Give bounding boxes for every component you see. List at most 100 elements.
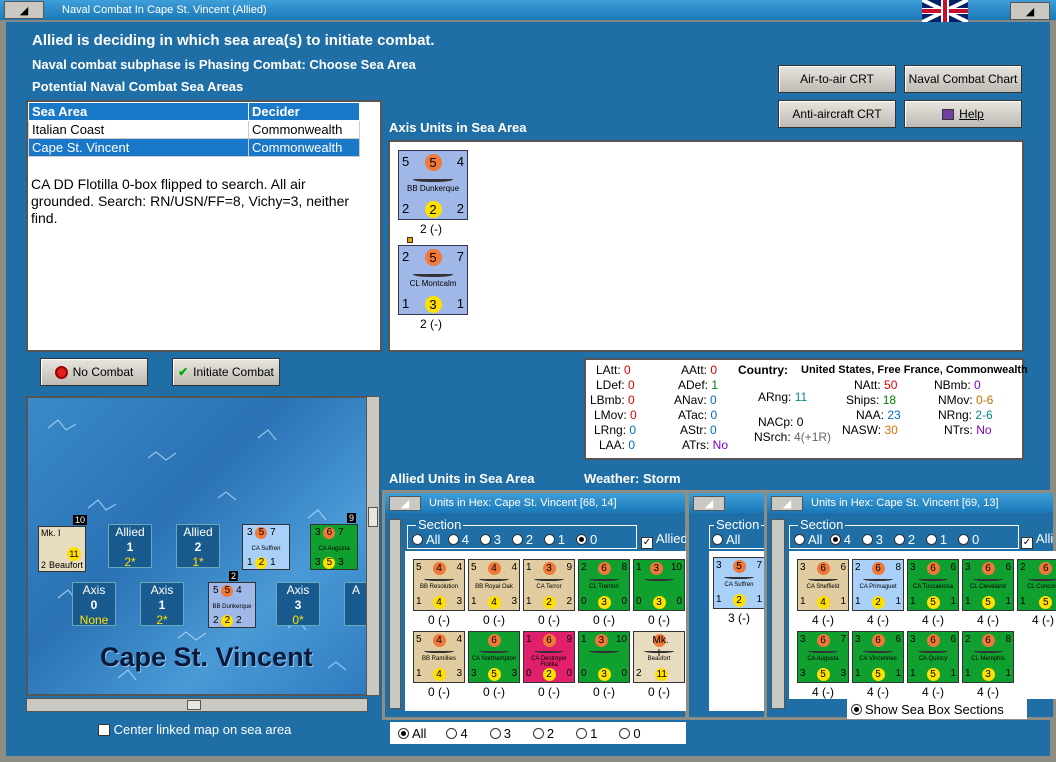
weather-label: Weather: Storm [584, 471, 681, 486]
axis-units-label: Axis Units in Sea Area [389, 120, 527, 135]
window-menu-icon[interactable]: ◢ [4, 1, 44, 19]
unit-status: 4 (-) [867, 685, 889, 699]
unit-counter[interactable]: 2 6 8 CL Trenton 0 3 0 [578, 559, 630, 611]
unit-status: 0 (-) [593, 613, 615, 627]
unit-status: 4 (-) [922, 685, 944, 699]
bottom-section-radios: All 4 3 2 1 0 [390, 722, 686, 744]
unit-status: 0 (-) [483, 685, 505, 699]
axis-box-1[interactable]: Axis 1 2* [140, 582, 184, 627]
checkmark-icon: ✔ [178, 365, 189, 379]
unit-counter[interactable]: 3 6 6 CA Vincennes 1 5 1 [852, 631, 904, 683]
unit-counter[interactable]: 5 4 4 BB Ramillies 1 4 3 [413, 631, 465, 683]
map-unit-counter[interactable]: 3 5 7 CA Suffren 1 2 1 [242, 524, 290, 570]
axis-box-0[interactable]: Axis 0 None [72, 582, 116, 627]
window-menu-icon[interactable]: ◢ [693, 495, 725, 511]
allied-box-1[interactable]: Allied 1 2* [108, 524, 152, 569]
search-note: CA DD Flotilla 0-box flipped to search. … [31, 176, 350, 226]
air-to-air-crt-button[interactable]: Air-to-air CRT [778, 65, 896, 93]
table-row[interactable]: Italian Coast Commonwealth [28, 120, 360, 139]
unit-counter[interactable]: 3 6 6 CA Quincy 1 5 1 [907, 631, 959, 683]
map-vertical-scrollbar[interactable] [366, 396, 380, 696]
map-horizontal-scrollbar[interactable] [26, 698, 368, 712]
units-in-hex-window-2: ◢ Units in Hex: Cape St. Vincent [69, 13]… [764, 490, 1056, 720]
map-sea-area-title: Cape St. Vincent [100, 642, 313, 672]
naval-combat-chart-button[interactable]: Naval Combat Chart [904, 65, 1022, 93]
allied-box-2[interactable]: Allied 2 1* [176, 524, 220, 569]
allied-filter-checkbox[interactable]: ✓ Alli [1021, 531, 1053, 549]
unit-status: 4 (-) [812, 613, 834, 627]
unit-counter[interactable]: 1 3 10 0 3 0 [578, 631, 630, 683]
unit-status: 0 (-) [648, 613, 670, 627]
unit-counter[interactable]: 5 4 4 BB Resolution 1 4 3 [413, 559, 465, 611]
map-unit-counter[interactable]: 25 5 4 BB Dunkerque 2 2 2 [208, 571, 256, 628]
center-linked-map-checkbox[interactable]: Center linked map on sea area [98, 722, 291, 737]
sea-area-table: Sea Area Decider Italian Coast Commonwealt… [28, 102, 360, 157]
hex-window-title-bar: ◢ Units in Hex: Cape St. Vincent [68, 14] [385, 493, 685, 513]
unit-counter[interactable]: 2 6 8 CA Primaguet 1 2 1 [852, 559, 904, 611]
axis-unit-counter[interactable]: 257 CL Montcalm 131 [398, 245, 468, 315]
phase-header: Allied is deciding in which sea area(s) … [32, 32, 435, 49]
beaufort-air-counter[interactable]: 10 Mk. I 11 2 Beaufort [38, 515, 88, 572]
unit-status: 0 (-) [483, 613, 505, 627]
hex2-scrollbar[interactable] [771, 519, 785, 709]
unit-status: 0 (-) [428, 613, 450, 627]
stats-panel: LAtt: 0 LDef: 0 LBmb: 0 LMov: 0 LRng: 0 … [584, 358, 1028, 460]
sea-map[interactable]: 10 Mk. I 11 2 Beaufort Allied 1 2* Allied 2… [26, 396, 368, 696]
unit-counter[interactable]: 1 3 10 0 3 0 [633, 559, 685, 611]
unit-status: 4 (-) [867, 613, 889, 627]
unit-counter[interactable]: Mk. I Beaufort 2 11 [633, 631, 685, 683]
window-control-icon[interactable]: ◢ [1010, 2, 1050, 20]
unit-counter[interactable]: 1 6 9 CA Destroyer Flotilla 0 2 0 [523, 631, 575, 683]
window-menu-icon[interactable]: ◢ [389, 495, 421, 511]
unit-counter[interactable]: 6 CA Northampton 3 5 3 [468, 631, 520, 683]
axis-box-partial[interactable]: A [344, 582, 366, 626]
unit-counter[interactable]: 2 6 CL Concord 1 5 [1017, 559, 1056, 611]
map-unit-counter[interactable]: 93 6 7 CA Augusta 3 5 3 [310, 513, 358, 570]
no-combat-button[interactable]: No Combat [40, 358, 148, 386]
uk-flag-icon [922, 0, 968, 22]
country-list: United States, Free France, Commonwealth [801, 364, 1028, 376]
unit-status: 2 (-) [420, 317, 442, 331]
anti-aircraft-crt-button[interactable]: Anti-aircraft CRT [778, 100, 896, 128]
unit-counter[interactable]: 3 6 6 CA Sheffield 1 4 1 [797, 559, 849, 611]
unit-status: 4 (-) [812, 685, 834, 699]
unit-status: 2 (-) [420, 222, 442, 236]
section-radio-group: Section All 4 3 2 1 0 [407, 517, 637, 549]
unit-status: 4 (-) [977, 685, 999, 699]
subphase-header: Naval combat subphase is Phasing Combat:… [32, 57, 416, 72]
units-in-hex-window-mid: ◢ Section All 357 CA Suffren 121 3 (-) [686, 490, 769, 720]
no-entry-icon [54, 365, 68, 379]
unit-status: 0 (-) [538, 685, 560, 699]
sea-areas-header: Potential Naval Combat Sea Areas [32, 79, 244, 94]
show-sea-box-sections-radio[interactable]: Show Sea Box Sections [847, 699, 1027, 719]
unit-status: 0 (-) [538, 613, 560, 627]
allied-units-label: Allied Units in Sea Area [389, 471, 535, 486]
unit-counter[interactable]: 3 6 6 CL Cleveland 1 5 1 [962, 559, 1014, 611]
unit-counter[interactable]: 3 6 6 CA Tuscaloosa 1 5 1 [907, 559, 959, 611]
axis-box-3[interactable]: Axis 3 0* [276, 582, 320, 627]
table-row-selected[interactable]: Cape St. Vincent Commonwealth [28, 138, 360, 157]
allied-filter-checkbox[interactable]: ✓ Allied [641, 531, 688, 549]
marker-icon [407, 237, 413, 243]
axis-unit-counter[interactable]: 554 BB Dunkerque 222 [398, 150, 468, 220]
hex-mid-unit-list: 357 CA Suffren 121 3 (-) [709, 551, 767, 711]
initiate-combat-button[interactable]: ✔ Initiate Combat [172, 358, 280, 386]
window-title: Naval Combat In Cape St. Vincent (Allied… [62, 4, 267, 16]
unit-counter[interactable]: 5 4 4 BB Royal Oak 1 4 3 [468, 559, 520, 611]
hex1-scrollbar[interactable] [389, 519, 401, 709]
section-radio-group: Section All 4 3 2 1 0 [789, 517, 1019, 549]
unit-counter[interactable]: 2 6 8 CL Memphis 1 3 1 [962, 631, 1014, 683]
unit-status: 4 (-) [977, 613, 999, 627]
window-menu-icon[interactable]: ◢ [771, 495, 803, 511]
unit-counter[interactable]: 357 CA Suffren 121 [713, 557, 765, 609]
unit-status: 0 (-) [648, 685, 670, 699]
unit-counter[interactable]: 3 6 7 CA Augusta 3 5 3 [797, 631, 849, 683]
hex1-unit-list: 5 4 4 BB Resolution 1 4 3 0 (-) 5 4 4 BB Royal Oak 1… [405, 551, 687, 711]
axis-units-panel: 554 BB Dunkerque 222 2 (-) 257 CL Montca… [388, 140, 1024, 352]
unit-status: 4 (-) [1032, 613, 1054, 627]
title-bar: ◢ Naval Combat In Cape St. Vincent (Alli… [0, 0, 1056, 22]
hex2-unit-list: 3 6 6 CA Sheffield 1 4 1 4 (-) 2 6 8 CA Primaguet 1 2… [789, 551, 1056, 699]
help-button[interactable]: Help [904, 100, 1022, 128]
unit-status: 0 (-) [593, 685, 615, 699]
unit-counter[interactable]: 1 3 9 CA Terror 1 2 2 [523, 559, 575, 611]
